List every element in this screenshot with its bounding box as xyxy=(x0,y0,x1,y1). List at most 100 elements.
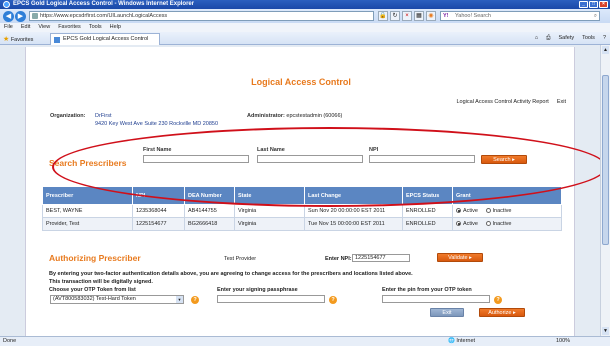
otp-token-value: (AVT800583032) Test-Hard Token xyxy=(53,296,136,302)
cell-last-change: Tue Nov 15 00:00:00 EST 2011 xyxy=(304,217,403,231)
cell-npi: 1235368044 xyxy=(132,204,185,218)
scroll-down-icon[interactable]: ▼ xyxy=(602,327,609,335)
lock-icon xyxy=(32,13,38,19)
grant-active-label: Active xyxy=(463,221,478,227)
administrator-row: Administrator: epcstestadmin (60066) xyxy=(247,113,342,119)
zone-label: Internet xyxy=(456,338,476,344)
maximize-icon[interactable]: □ xyxy=(589,1,598,8)
otp-token-select[interactable]: (AVT800583032) Test-Hard Token ▼ xyxy=(50,295,184,304)
passphrase-input[interactable] xyxy=(217,295,325,303)
menu-tools[interactable]: Tools xyxy=(89,23,102,32)
back-icon[interactable]: ◀ xyxy=(3,11,14,22)
vertical-scrollbar[interactable]: ▲ ▼ xyxy=(600,45,610,336)
favorites-bar: ★ Favorites EPCS Gold Logical Access Con… xyxy=(0,32,610,45)
rss-icon[interactable]: ◉ xyxy=(426,11,436,21)
stop-icon[interactable]: × xyxy=(402,11,412,21)
organization-label: Organization: xyxy=(50,113,86,119)
security-zone: 🌐 Internet xyxy=(448,338,476,344)
url-text: https://www.epcsdrfirst.com/UILaunchLogi… xyxy=(40,13,168,19)
refresh-icon[interactable]: ↻ xyxy=(390,11,400,21)
forward-icon[interactable]: ▶ xyxy=(15,11,26,22)
command-bar: ⌂ ⎙ Safety Tools ? xyxy=(535,35,606,42)
search-icon[interactable]: ⌕ xyxy=(594,12,597,20)
safety-menu[interactable]: Safety xyxy=(559,35,575,42)
cell-npi: 1225154677 xyxy=(132,217,185,231)
scroll-up-icon[interactable]: ▲ xyxy=(602,46,609,54)
otp-pin-label: Enter the pin from your OTP token xyxy=(382,287,472,293)
compat-icon[interactable]: ▦ xyxy=(414,11,424,21)
browser-tab[interactable]: EPCS Gold Logical Access Control xyxy=(50,33,160,45)
enter-npi-label: Enter NPI: xyxy=(325,256,352,262)
digital-sign-notice: This transaction will be digitally signe… xyxy=(49,279,153,285)
cell-status: ENROLLED xyxy=(402,217,453,231)
menu-file[interactable]: File xyxy=(4,23,13,32)
organization-name: DrFirst xyxy=(94,113,112,119)
validate-button[interactable]: Validate ▸ xyxy=(437,253,483,262)
highlight-ellipse xyxy=(52,127,600,207)
page-viewport: Logical Access Control Logical Access Co… xyxy=(0,45,600,336)
page-title: Logical Access Control xyxy=(251,77,351,87)
favorites-button[interactable]: ★ Favorites xyxy=(3,35,33,43)
print-icon[interactable]: ⎙ xyxy=(546,35,550,42)
ie-icon xyxy=(3,1,10,8)
authorize-button[interactable]: Authorize ▸ xyxy=(479,308,525,317)
favorites-label: Favorites xyxy=(10,37,34,43)
close-icon[interactable]: × xyxy=(599,1,608,8)
cell-grant: Active Inactive xyxy=(452,204,562,218)
window-controls: _ □ × xyxy=(579,1,608,8)
address-actions: 🔒 ↻ × ▦ ◉ xyxy=(378,11,436,21)
cell-grant: Active Inactive xyxy=(452,217,562,231)
top-links: Logical Access Control Activity Report E… xyxy=(457,99,567,105)
grant-inactive-radio[interactable] xyxy=(485,221,491,227)
menu-favorites[interactable]: Favorites xyxy=(58,23,81,32)
organization-address: 9420 Key West Ave Suite 230 Rockville MD… xyxy=(95,121,219,127)
grant-active-label: Active xyxy=(463,208,478,214)
search-input[interactable]: Y! Yahoo! Search ⌕ xyxy=(440,11,600,21)
help-icon[interactable]: ? xyxy=(494,296,502,304)
star-icon: ★ xyxy=(3,36,10,43)
home-icon[interactable]: ⌂ xyxy=(535,35,538,42)
scroll-thumb[interactable] xyxy=(602,75,609,245)
cell-state: Virginia xyxy=(234,217,305,231)
help-icon[interactable]: ? xyxy=(603,35,606,42)
administrator-label: Administrator: xyxy=(247,113,285,119)
zoom-level[interactable]: 100% xyxy=(556,337,570,346)
status-text: Done xyxy=(3,338,17,344)
exit-link[interactable]: Exit xyxy=(557,99,566,105)
otp-pin-input[interactable] xyxy=(382,295,490,303)
help-icon[interactable]: ? xyxy=(191,296,199,304)
menu-view[interactable]: View xyxy=(38,23,50,32)
lock-status-icon[interactable]: 🔒 xyxy=(378,11,388,21)
grant-active-radio[interactable] xyxy=(456,221,461,227)
tools-menu[interactable]: Tools xyxy=(582,35,595,42)
authorizing-prescriber-name: Test Provider xyxy=(224,256,257,262)
window-title-bar: EPCS Gold Logical Access Control - Windo… xyxy=(0,0,610,9)
menu-edit[interactable]: Edit xyxy=(21,23,30,32)
grant-inactive-label: Inactive xyxy=(492,208,512,214)
minimize-icon[interactable]: _ xyxy=(579,1,588,8)
help-icon[interactable]: ? xyxy=(329,296,337,304)
tab-page-icon xyxy=(54,37,60,43)
cell-status: ENROLLED xyxy=(402,204,453,218)
table-row: Provider, Test 1225154677 BG2666418 Virg… xyxy=(42,217,562,231)
otp-token-label: Choose your OTP Token from list xyxy=(49,287,136,293)
passphrase-label: Enter your signing passphrase xyxy=(217,287,298,293)
grant-inactive-radio[interactable] xyxy=(485,208,491,214)
address-bar: ◀ ▶ https://www.epcsdrfirst.com/UILaunch… xyxy=(0,9,610,23)
authorize-npi-input[interactable]: 1225154677 xyxy=(352,254,410,262)
cell-dea: BG2666418 xyxy=(184,217,235,231)
url-input[interactable]: https://www.epcsdrfirst.com/UILaunchLogi… xyxy=(29,11,374,21)
cell-prescriber: BEST, WAYNE xyxy=(42,204,133,218)
yahoo-icon: Y! xyxy=(443,13,449,19)
menu-bar: File Edit View Favorites Tools Help xyxy=(0,23,610,32)
menu-help[interactable]: Help xyxy=(110,23,121,32)
grant-active-radio[interactable] xyxy=(456,208,461,214)
activity-report-link[interactable]: Logical Access Control Activity Report xyxy=(457,99,549,105)
status-bar: Done 🌐 Internet 100% xyxy=(0,336,610,346)
cell-prescriber: Provider, Test xyxy=(42,217,133,231)
authorization-notice: By entering your two-factor authenticati… xyxy=(49,271,413,277)
chevron-down-icon: ▼ xyxy=(176,296,183,303)
exit-button[interactable]: Exit xyxy=(430,308,464,317)
authorize-button-label: Authorize xyxy=(488,310,512,316)
window-title: EPCS Gold Logical Access Control - Windo… xyxy=(13,1,195,7)
